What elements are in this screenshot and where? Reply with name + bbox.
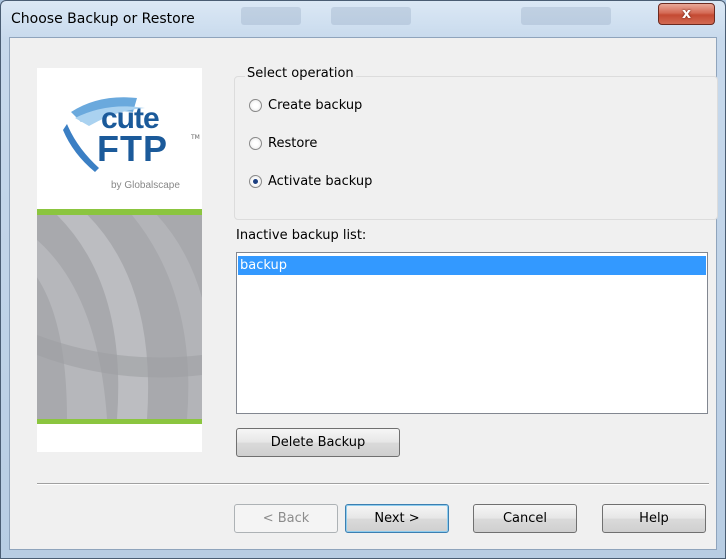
dialog-window: Choose Backup or Restore x cute FTP TM b… — [0, 0, 726, 559]
radio-button-icon[interactable] — [249, 98, 262, 112]
next-button[interactable]: Next > — [345, 504, 449, 533]
product-logo: cute FTP TM by Globalscape — [37, 68, 202, 209]
sidebar-stripe — [37, 419, 202, 424]
radio-restore[interactable]: Restore — [249, 133, 317, 153]
close-icon: x — [681, 6, 692, 22]
logo-text-ftp: FTP — [97, 128, 168, 169]
window-title: Choose Backup or Restore — [11, 11, 195, 27]
back-button[interactable]: < Back — [234, 504, 338, 533]
radio-button-checked-icon[interactable] — [249, 174, 262, 188]
group-title: Select operation — [245, 66, 356, 81]
radio-activate-backup[interactable]: Activate backup — [249, 171, 372, 191]
logo-trademark: TM — [191, 134, 200, 141]
divider — [37, 483, 709, 485]
background-ghost — [521, 7, 611, 25]
radio-label: Restore — [268, 135, 318, 151]
sidebar-pattern-graphic — [37, 215, 202, 419]
logo-byline: by Globalscape — [111, 180, 180, 191]
close-button[interactable]: x — [658, 3, 715, 25]
help-button[interactable]: Help — [602, 504, 706, 533]
inactive-backup-listbox[interactable]: backup — [236, 252, 708, 414]
cancel-button[interactable]: Cancel — [473, 504, 577, 533]
radio-label: Activate backup — [268, 173, 373, 189]
background-ghost — [241, 7, 301, 25]
dialog-client-area: cute FTP TM by Globalscape Select operat… — [9, 37, 718, 550]
sidebar-pattern — [37, 215, 202, 419]
title-bar[interactable]: Choose Backup or Restore x — [1, 1, 725, 35]
inactive-backup-list-label: Inactive backup list: — [236, 228, 367, 243]
radio-button-icon[interactable] — [249, 136, 262, 150]
list-item[interactable]: backup — [238, 256, 706, 275]
radio-create-backup[interactable]: Create backup — [249, 95, 362, 115]
background-ghost — [331, 7, 411, 25]
wizard-sidebar: cute FTP TM by Globalscape — [37, 68, 202, 452]
delete-backup-button[interactable]: Delete Backup — [236, 428, 400, 457]
radio-label: Create backup — [268, 97, 363, 113]
select-operation-group: Select operation Create backup Restore A… — [234, 66, 718, 220]
